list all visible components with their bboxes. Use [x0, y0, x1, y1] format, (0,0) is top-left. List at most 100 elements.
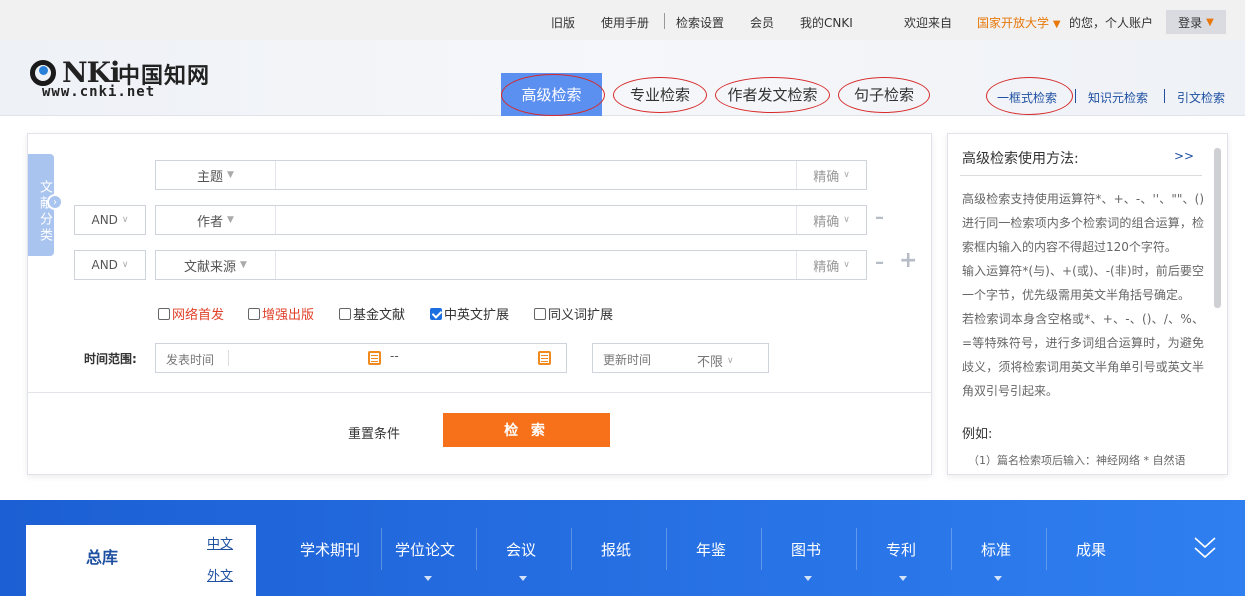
caret-down-icon[interactable] — [424, 576, 432, 581]
help-paragraph: 高级检索支持使用运算符*、+、-、''、""、()进行同一检索项内多个检索词的组… — [962, 192, 1204, 254]
search-field-box: 作者 ▼ 精确 ∨ — [155, 205, 867, 235]
checkbox-box — [339, 307, 351, 320]
cnki-logo[interactable]: 中国知网 www.cnki.net NKi — [30, 56, 210, 102]
tab-author-search[interactable]: 作者发文检索 — [715, 73, 830, 116]
checkbox-fund-literature[interactable]: 基金文献 — [339, 304, 405, 323]
plus-icon[interactable]: + — [899, 248, 917, 273]
chinese-link[interactable]: 中文 — [207, 533, 233, 552]
checkbox-box — [248, 307, 260, 320]
checkbox-online-first[interactable]: 网络首发 — [158, 304, 224, 323]
operator-label: AND — [91, 213, 118, 227]
nav-journals[interactable]: 学术期刊 — [300, 539, 360, 560]
old-version-link[interactable]: 旧版 — [551, 14, 575, 31]
checkbox-label: 网络首发 — [172, 308, 225, 323]
welcome-text: 欢迎来自 — [904, 16, 953, 30]
total-database-label: 总库 — [86, 548, 119, 567]
nav-patents[interactable]: 专利 — [886, 539, 916, 560]
total-database-box[interactable]: 总库 中文 外文 — [26, 525, 256, 596]
date-separator: -- — [390, 349, 399, 363]
precision-select[interactable]: 精确 ∨ — [796, 251, 866, 279]
tab-knowledge-search[interactable]: 知识元检索 — [1088, 89, 1148, 106]
divider — [381, 528, 382, 570]
tab-sentence-search[interactable]: 句子检索 — [838, 73, 930, 116]
divider — [664, 13, 665, 29]
field-select[interactable]: 主题 ▼ — [156, 161, 276, 189]
update-time-text: 不限 — [697, 355, 724, 370]
search-input[interactable] — [278, 161, 788, 189]
help-scrollbar[interactable] — [1214, 148, 1221, 308]
nav-dissertations[interactable]: 学位论文 — [395, 539, 455, 560]
search-input[interactable] — [278, 251, 788, 279]
database-nav: 总库 中文 外文 学术期刊 学位论文 会议 报纸 年鉴 图书 专利 标准 成果 — [0, 500, 1245, 596]
checkbox-label: 增强出版 — [262, 308, 315, 323]
example-title: 例如: — [962, 427, 993, 442]
logo-letters: NKi — [62, 56, 121, 89]
highlight-ring — [838, 77, 930, 113]
login-button[interactable]: 登录 ▼ — [1166, 10, 1226, 34]
nav-standards[interactable]: 标准 — [981, 539, 1011, 560]
caret-down-icon[interactable] — [994, 576, 1002, 581]
nav-books[interactable]: 图书 — [791, 539, 821, 560]
tab-citation-search[interactable]: 引文检索 — [1177, 89, 1225, 106]
precision-select[interactable]: 精确 ∨ — [796, 206, 866, 234]
personal-account-text: 的您，个人账户 — [1069, 16, 1154, 30]
field-select[interactable]: 文献来源 ▼ — [156, 251, 276, 279]
chevron-down-icon: ∨ — [121, 215, 129, 225]
search-settings-link[interactable]: 检索设置 — [676, 14, 724, 31]
member-link[interactable]: 会员 — [750, 14, 774, 31]
logic-operator-select[interactable]: AND ∨ — [74, 205, 146, 235]
chevron-down-icon: ∨ — [727, 355, 734, 366]
minus-icon[interactable]: – — [875, 207, 884, 228]
chevron-down-icon: ▼ — [1206, 16, 1214, 28]
divider — [571, 528, 572, 570]
checkbox-synonym-expand[interactable]: 同义词扩展 — [534, 304, 613, 323]
help-paragraph: 输入运算符*(与)、+(或)、-(非)时，前后要空一个字节，优先级需用英文半角括… — [962, 264, 1204, 302]
manual-link[interactable]: 使用手册 — [601, 14, 649, 31]
tab-advanced-search[interactable]: 高级检索 — [501, 73, 605, 116]
update-time-select[interactable]: 更新时间 不限 ∨ — [592, 343, 769, 373]
chevron-down-icon: ∨ — [843, 170, 850, 180]
highlight-ring — [715, 77, 830, 113]
highlight-ring — [986, 77, 1073, 115]
search-field-box: 主题 ▼ 精确 ∨ — [155, 160, 867, 190]
divider — [666, 528, 667, 570]
precision-select[interactable]: 精确 ∨ — [796, 161, 866, 189]
org-dropdown[interactable]: 国家开放大学 ▼ — [977, 14, 1061, 31]
checkbox-cn-en-expand[interactable]: 中英文扩展 — [430, 304, 509, 323]
calendar-icon[interactable] — [538, 351, 551, 365]
minus-icon[interactable]: – — [875, 252, 884, 273]
expand-help-link[interactable]: >> — [1174, 149, 1194, 163]
checkbox-enhanced-publish[interactable]: 增强出版 — [248, 304, 314, 323]
publish-date-label: 发表时间 — [166, 353, 215, 367]
header: 中国知网 www.cnki.net NKi 高级检索 专业检索 作者发文检索 句… — [0, 40, 1245, 116]
advanced-search-panel: 文献分类 › 主题 ▼ 精确 ∨ AND ∨ 作者 ▼ 精确 ∨ – AND ∨ 文献来源 ▼… — [27, 133, 932, 475]
globe-icon — [30, 60, 56, 86]
nav-achievements[interactable]: 成果 — [1076, 539, 1106, 560]
nav-conferences[interactable]: 会议 — [506, 539, 536, 560]
foreign-link[interactable]: 外文 — [207, 565, 233, 584]
field-select[interactable]: 作者 ▼ — [156, 206, 276, 234]
caret-down-icon[interactable] — [804, 576, 812, 581]
calendar-icon[interactable] — [368, 351, 381, 365]
org-name: 国家开放大学 — [977, 16, 1050, 30]
reset-conditions-button[interactable]: 重置条件 — [348, 423, 400, 442]
time-range-label: 时间范围: — [84, 352, 137, 366]
checkbox-box — [158, 307, 170, 320]
update-time-label: 更新时间 — [603, 353, 652, 367]
tab-professional-search[interactable]: 专业检索 — [613, 73, 707, 116]
my-cnki-link[interactable]: 我的CNKI — [800, 14, 853, 31]
caret-down-icon: ▼ — [240, 260, 247, 270]
double-chevron-down-icon[interactable] — [1193, 535, 1217, 561]
logic-operator-select[interactable]: AND ∨ — [74, 250, 146, 280]
caret-down-icon[interactable] — [519, 576, 527, 581]
highlight-ring — [613, 77, 707, 113]
search-input[interactable] — [278, 206, 788, 234]
search-button[interactable]: 检 索 — [443, 413, 610, 447]
publish-date-range: 发表时间 -- — [155, 343, 567, 373]
caret-down-icon[interactable] — [899, 576, 907, 581]
nav-yearbooks[interactable]: 年鉴 — [696, 539, 726, 560]
nav-newspapers[interactable]: 报纸 — [601, 539, 631, 560]
divider — [761, 528, 762, 570]
tab-single-box-search[interactable]: 一框式检索 — [986, 77, 1073, 115]
caret-down-icon: ▼ — [227, 170, 234, 180]
